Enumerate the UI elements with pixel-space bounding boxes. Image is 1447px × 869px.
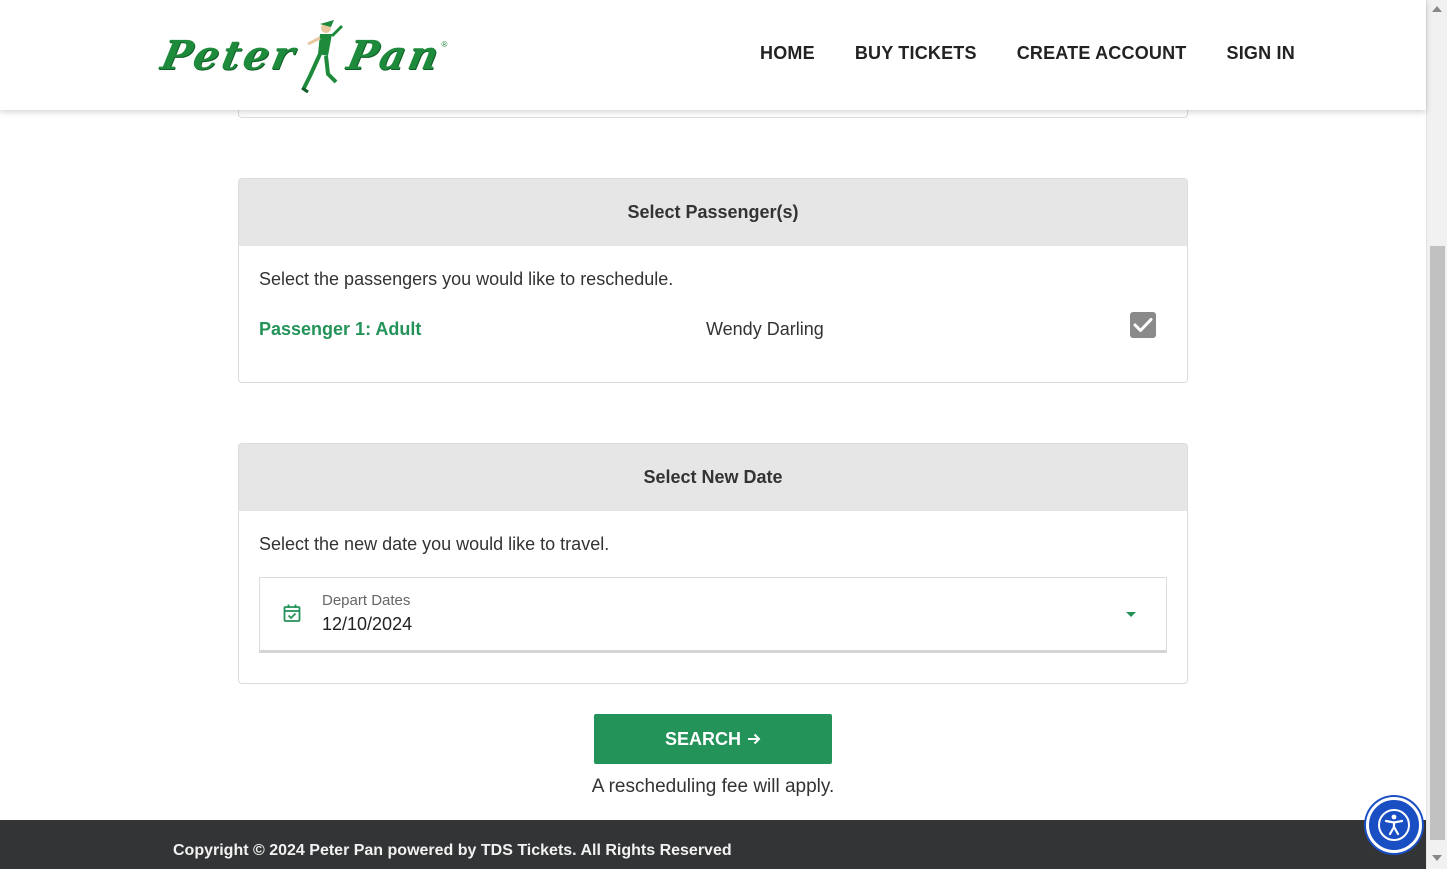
select-passengers-description: Select the passengers you would like to … bbox=[259, 269, 674, 289]
main-nav: HOME BUY TICKETS CREATE ACCOUNT SIGN IN bbox=[760, 43, 1295, 64]
copyright-text: Copyright © 2024 Peter Pan powered by TD… bbox=[173, 842, 732, 859]
select-new-date-card: Select New Date Select the new date you … bbox=[238, 443, 1188, 684]
passenger-checkbox[interactable] bbox=[1130, 312, 1156, 338]
select-passengers-card: Select Passenger(s) Select the passenger… bbox=[238, 178, 1188, 383]
nav-sign-in-link[interactable]: SIGN IN bbox=[1227, 43, 1295, 64]
peter-pan-logo[interactable]: Peter Pan ® bbox=[157, 18, 542, 93]
page-scrollbar[interactable] bbox=[1426, 0, 1447, 869]
passenger-name: Wendy Darling bbox=[706, 319, 824, 339]
peter-pan-figure-icon bbox=[301, 20, 344, 93]
select-new-date-title: Select New Date bbox=[239, 444, 1187, 511]
depart-dates-field[interactable]: Depart Dates 12/10/2024 bbox=[259, 577, 1167, 653]
select-new-date-description: Select the new date you would like to tr… bbox=[259, 534, 610, 554]
calendar-check-icon bbox=[283, 604, 301, 622]
scroll-up-arrow-icon[interactable] bbox=[1432, 6, 1442, 12]
passenger-row: Passenger 1: Adult Wendy Darling bbox=[239, 307, 1187, 367]
scroll-down-arrow-icon[interactable] bbox=[1432, 855, 1442, 861]
accessibility-button[interactable] bbox=[1366, 797, 1422, 853]
depart-dates-label: Depart Dates bbox=[322, 592, 411, 609]
rescheduling-fee-note: A rescheduling fee will apply. bbox=[591, 776, 835, 797]
site-header: Peter Pan ® HOME BUY TICKETS CREATE ACCO… bbox=[0, 0, 1426, 110]
passenger-type-label: Passenger 1: Adult bbox=[259, 319, 422, 339]
search-button[interactable]: SEARCH bbox=[594, 714, 832, 764]
logo-text-peter: Peter bbox=[157, 32, 302, 79]
chevron-down-icon[interactable] bbox=[1126, 612, 1136, 617]
site-footer: Copyright © 2024 Peter Pan powered by TD… bbox=[0, 820, 1426, 869]
select-passengers-title: Select Passenger(s) bbox=[239, 179, 1187, 246]
depart-dates-value: 12/10/2024 bbox=[322, 614, 413, 634]
accessibility-icon bbox=[1378, 809, 1410, 841]
nav-home-link[interactable]: HOME bbox=[760, 43, 815, 64]
arrow-right-icon bbox=[748, 733, 761, 745]
nav-create-account-link[interactable]: CREATE ACCOUNT bbox=[1017, 43, 1187, 64]
checkmark-icon bbox=[1133, 318, 1153, 332]
search-button-label: SEARCH bbox=[664, 728, 741, 749]
nav-buy-tickets-link[interactable]: BUY TICKETS bbox=[855, 43, 977, 64]
logo-text-pan: Pan bbox=[343, 32, 447, 79]
scrollbar-thumb[interactable] bbox=[1430, 246, 1445, 840]
